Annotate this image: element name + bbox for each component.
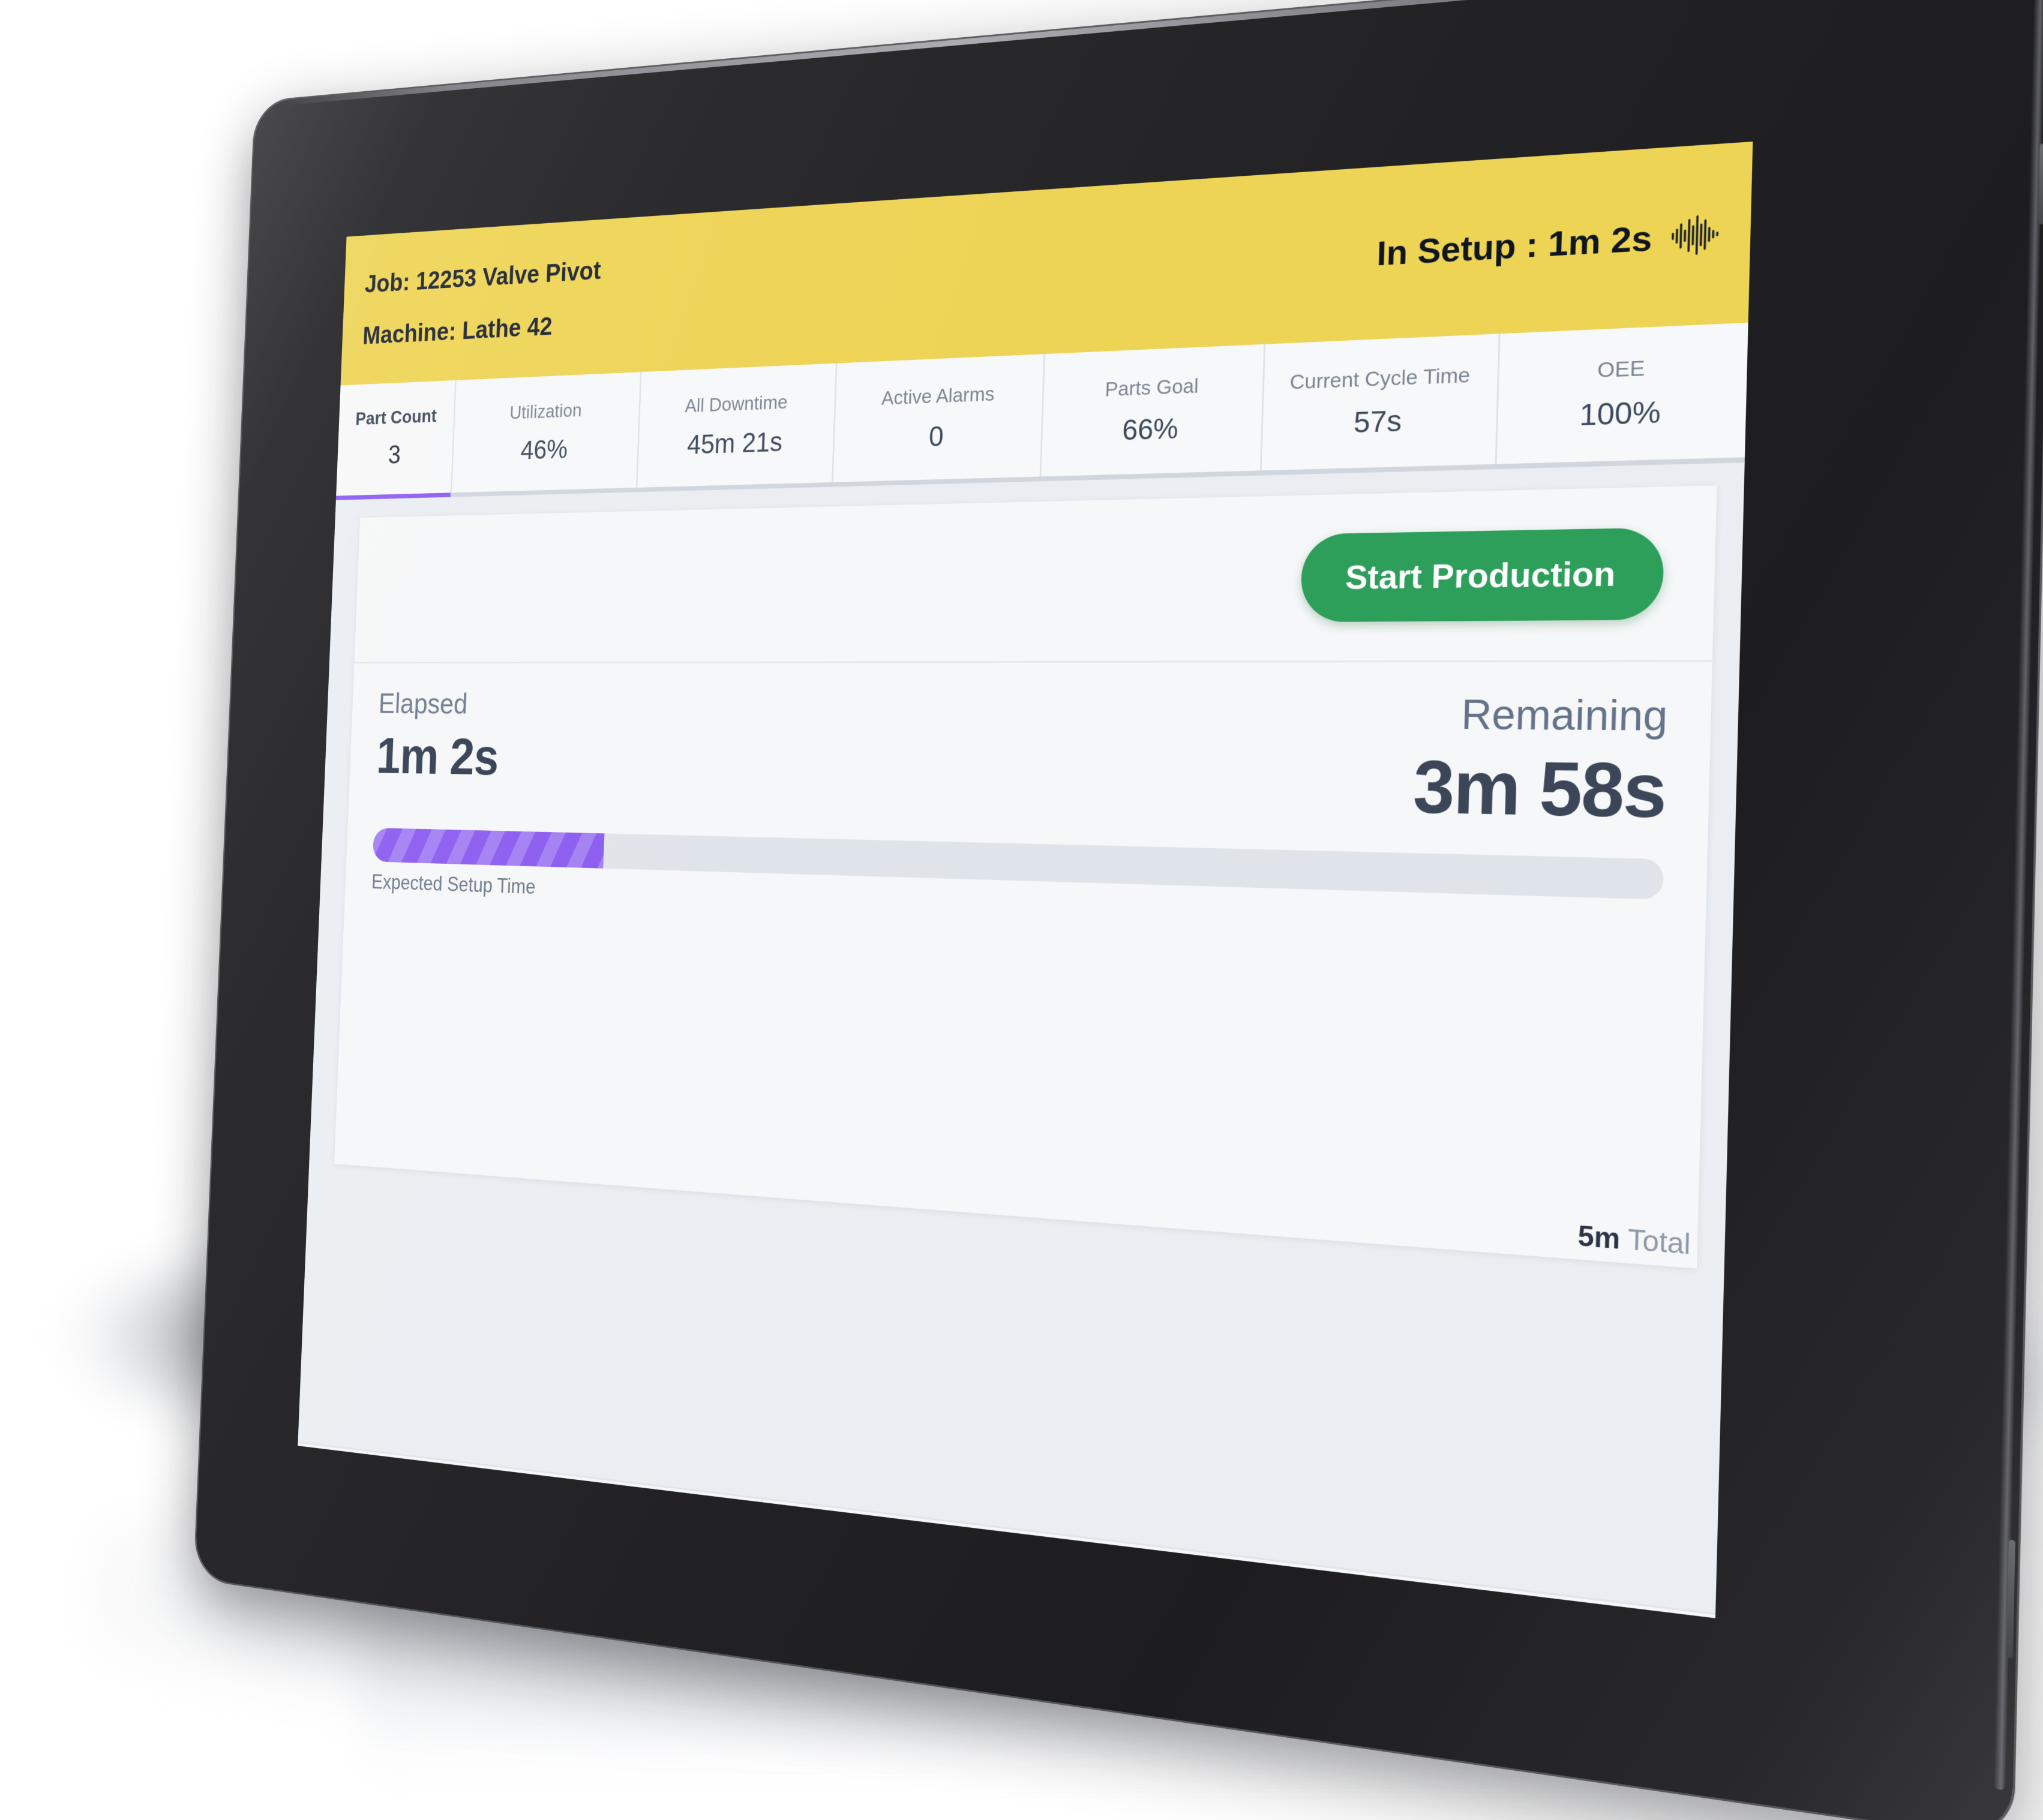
elapsed-value: 1m 2s <box>376 728 500 787</box>
kpi-label: All Downtime <box>685 391 788 418</box>
kpi-value: 3 <box>388 440 401 470</box>
kpi-label: Parts Goal <box>1105 374 1199 401</box>
kpi-value: 46% <box>520 434 568 465</box>
total-time-line: 5m Total <box>1577 1220 1691 1262</box>
status-block[interactable]: In Setup : 1m 2s <box>1376 213 1720 274</box>
waveform-icon <box>1669 213 1720 257</box>
chassis-edge-highlight <box>1994 0 2043 1791</box>
kpi-oee[interactable]: OEE 100% <box>1496 323 1748 464</box>
remaining-label: Remaining <box>1460 690 1668 740</box>
kpi-value: 0 <box>928 421 944 454</box>
power-button[interactable] <box>2038 143 2043 225</box>
app-body: Start Production Elapsed 1m 2s Remaining <box>298 462 1745 1613</box>
kpi-label: Active Alarms <box>881 383 995 410</box>
kpi-active-alarms[interactable]: Active Alarms 0 <box>833 354 1045 482</box>
progress-zone: Expected Setup Time <box>371 828 1664 938</box>
categorize-button[interactable]: Categorize <box>1205 1554 1715 1618</box>
stop-square-icon <box>470 1510 500 1546</box>
card-main: Elapsed 1m 2s Remaining 3m 58s Expected … <box>334 662 1712 1269</box>
remaining-block: Remaining 3m 58s <box>1412 690 1668 836</box>
status-text: In Setup : 1m 2s <box>1376 217 1653 273</box>
elapsed-label: Elapsed <box>378 687 501 721</box>
machine-label: Machine: Lathe 42 <box>362 308 599 350</box>
action-label: Reject Parts <box>904 1562 1102 1618</box>
action-label: Stop Job <box>514 1512 644 1569</box>
remaining-value: 3m 58s <box>1412 744 1667 836</box>
total-word: Total <box>1627 1224 1691 1261</box>
start-production-button[interactable]: Start Production <box>1300 527 1665 622</box>
kpi-label: Utilization <box>509 400 582 424</box>
action-bar: Stop Job Reject Parts Categorize <box>298 1441 1715 1618</box>
setup-card: Start Production Elapsed 1m 2s Remaining <box>334 485 1717 1268</box>
kpi-part-count[interactable]: Part Count 3 <box>336 380 456 496</box>
menu-button[interactable] <box>298 1443 368 1573</box>
kpi-parts-goal[interactable]: Parts Goal 66% <box>1041 344 1265 477</box>
timers-row: Elapsed 1m 2s Remaining 3m 58s <box>374 687 1668 836</box>
screenshot-stage: Job: 12253 Valve Pivot Machine: Lathe 42… <box>0 0 2043 1820</box>
app-header: Job: 12253 Valve Pivot Machine: Lathe 42… <box>341 142 1753 385</box>
kpi-value: 66% <box>1122 412 1179 448</box>
hamburger-menu-icon <box>314 1489 346 1526</box>
kpi-value: 45m 21s <box>686 427 783 461</box>
tablet-screen: Job: 12253 Valve Pivot Machine: Lathe 42… <box>298 142 1753 1618</box>
kpi-all-downtime[interactable]: All Downtime 45m 21s <box>637 364 838 488</box>
kpi-value: 100% <box>1579 395 1661 433</box>
kpi-label: Part Count <box>355 406 437 430</box>
ban-circle-slash-icon <box>853 1557 889 1599</box>
setup-progress-fill <box>373 828 604 869</box>
progress-caption: Expected Setup Time <box>371 870 1663 938</box>
kpi-label: OEE <box>1597 356 1645 383</box>
kpi-utilization[interactable]: Utilization 46% <box>452 372 641 492</box>
card-toolbar: Start Production <box>354 485 1717 663</box>
kpi-value: 57s <box>1353 404 1402 440</box>
kpi-current-cycle-time[interactable]: Current Cycle Time 57s <box>1262 334 1500 470</box>
job-info-block: Job: 12253 Valve Pivot Machine: Lathe 42 <box>362 255 602 350</box>
tablet-chassis: Job: 12253 Valve Pivot Machine: Lathe 42… <box>194 0 2043 1820</box>
reject-parts-button[interactable]: Reject Parts <box>758 1499 1208 1618</box>
job-label: Job: 12253 Valve Pivot <box>364 255 601 299</box>
kpi-label: Current Cycle Time <box>1289 364 1471 395</box>
elapsed-block: Elapsed 1m 2s <box>376 687 501 787</box>
tablet-device: Job: 12253 Valve Pivot Machine: Lathe 42… <box>194 0 2043 1820</box>
total-value: 5m <box>1577 1220 1621 1256</box>
volume-button[interactable] <box>2006 1539 2016 1658</box>
